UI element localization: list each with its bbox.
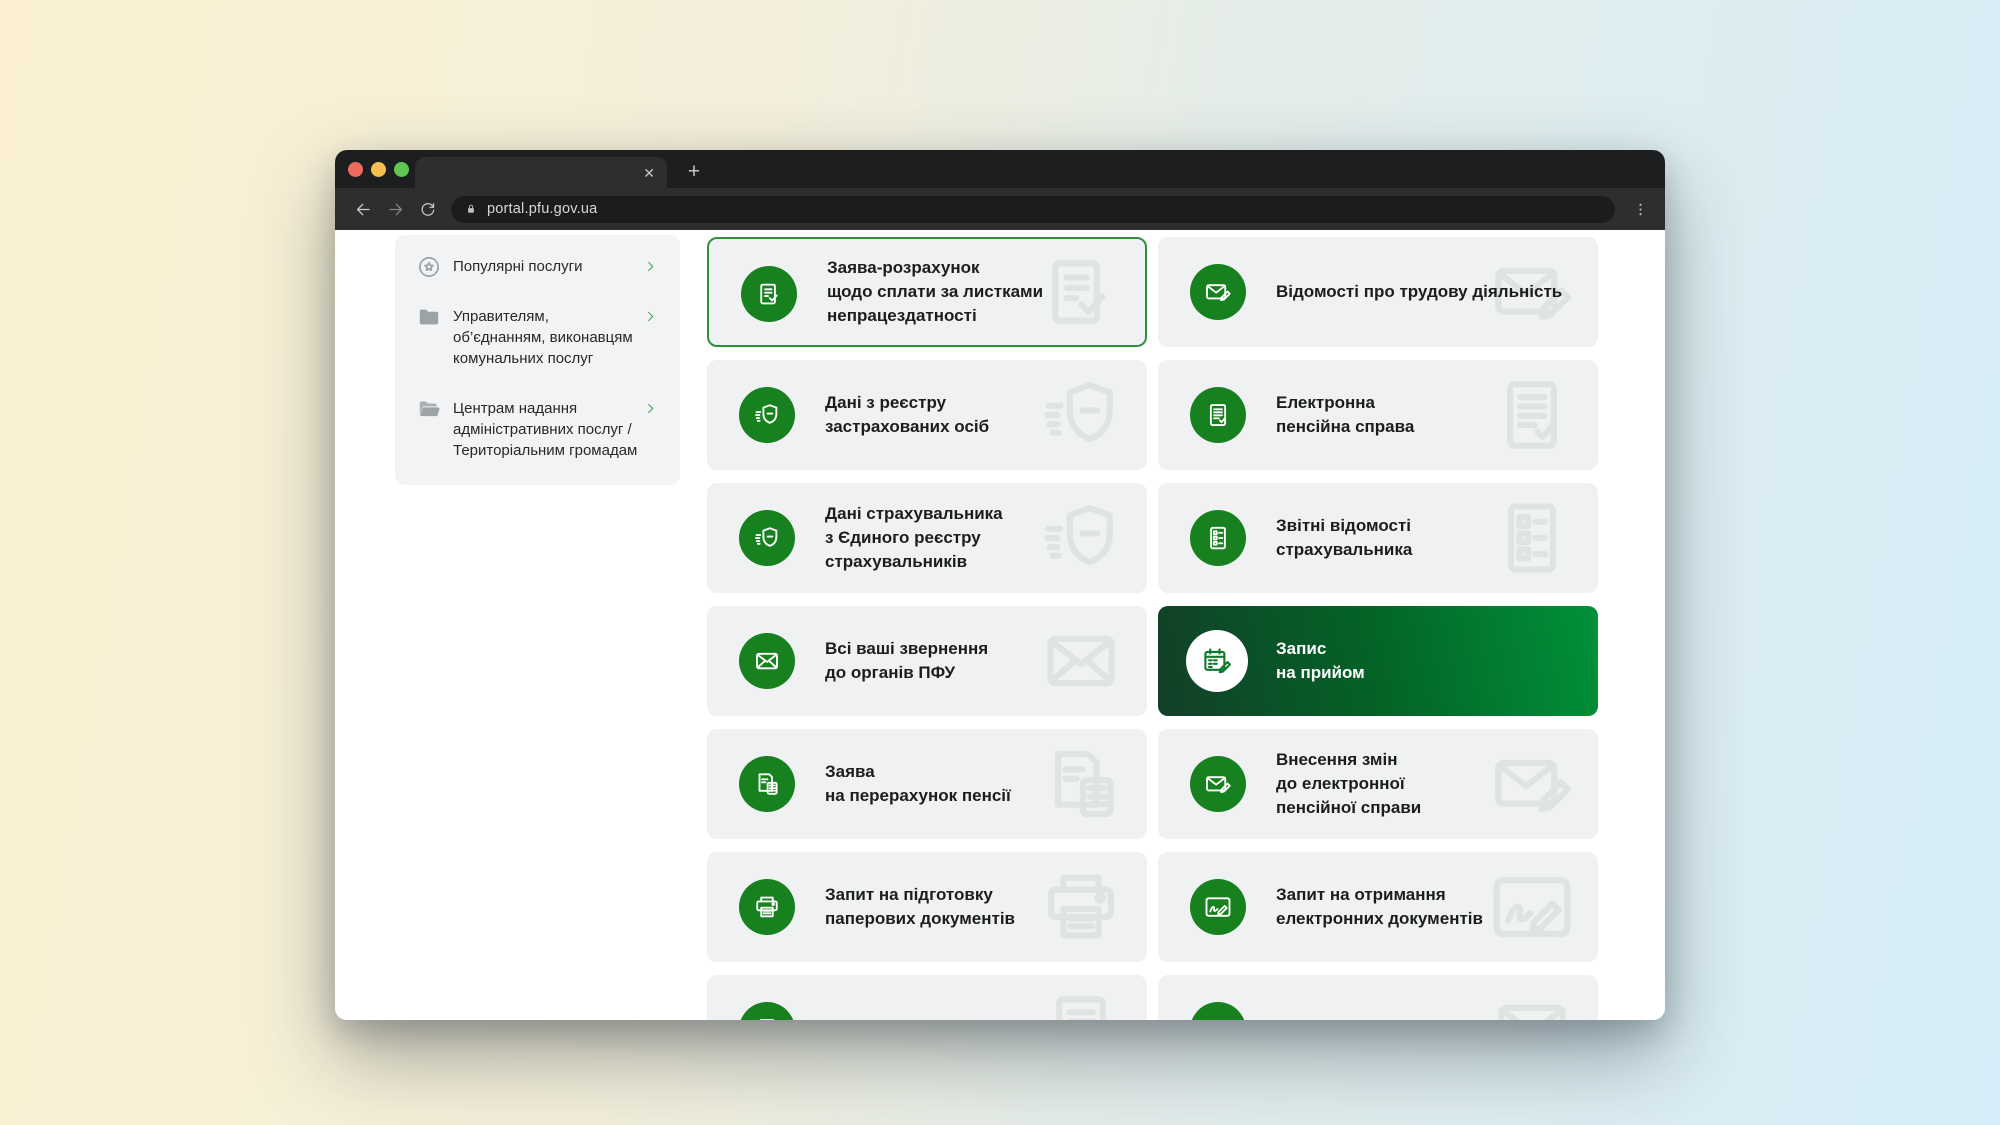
services-column-right: Відомості про трудову діяльність Електро… [1158,237,1598,1020]
address-bar[interactable]: portal.pfu.gov.ua [451,196,1615,223]
service-card-title: Звітні відомостістрахувальника [1276,483,1584,593]
zoom-window-button[interactable] [394,162,409,177]
chevron-right-icon [643,401,658,416]
service-card-title: Записна прийом [1276,606,1584,716]
chevron-right-icon [643,259,658,274]
service-card-title: Запит на підготовкупаперових документів [825,852,1133,962]
back-button[interactable] [347,193,379,225]
services-sidebar: Популярні послуги Управителям,об’єднання… [395,235,680,485]
service-card-pension-file-changes[interactable]: Внесення зміндо електронноїпенсійної спр… [1158,729,1598,839]
service-card-appeal[interactable]: Звернення [1158,975,1598,1020]
service-card-insurer-registry-data[interactable]: Дані страхувальниказ Єдиного реєструстра… [707,483,1147,593]
browser-window: ✕ + portal.pfu.gov.ua Популярні послуги … [335,150,1665,1020]
service-card-pension-recalculation-application[interactable]: Заявана перерахунок пенсії [707,729,1147,839]
service-card-title: Внесення зміндо електронноїпенсійної спр… [1276,729,1584,839]
reload-icon [418,200,437,219]
service-card-title: Всі ваші зверненнядо органів ПФУ [825,606,1133,716]
signature-icon [1190,879,1246,935]
lock-icon [464,202,478,216]
service-card-electronic-documents-request[interactable]: Запит на отриманняелектронних документів [1158,852,1598,962]
sidebar-item-label: Управителям,об’єднанням, виконавцямкомун… [453,306,636,369]
calendar-pencil-icon [1186,630,1248,692]
kebab-menu-icon [1632,201,1649,218]
service-card-insurer-reporting-info[interactable]: Звітні відомостістрахувальника [1158,483,1598,593]
browser-menu-button[interactable] [1627,194,1653,224]
minimize-window-button[interactable] [371,162,386,177]
service-card-title: Запит на отриманняелектронних документів [1276,852,1584,962]
window-controls [348,162,409,177]
browser-tab-bar: ✕ + [335,150,1665,188]
forward-button[interactable] [379,193,411,225]
star-badge-icon [416,254,442,280]
doc-check-icon [741,266,797,322]
sidebar-item-utility-managers[interactable]: Управителям,об’єднанням, виконавцямкомун… [395,306,680,369]
service-card-sick-leave-payment-statement[interactable]: Заява-розрахунокщодо сплати за листкамин… [707,237,1147,347]
reload-button[interactable] [411,193,443,225]
desktop-background: { "background": { "gradient_left": "#fbf… [0,0,2000,1125]
service-card-appointment-booking[interactable]: Записна прийом [1158,606,1598,716]
envelope-icon [739,633,795,689]
back-icon [354,200,373,219]
service-card-title: Електроннапенсійна справа [1276,360,1584,470]
service-card-all-appeals-pfu[interactable]: Всі ваші зверненнядо органів ПФУ [707,606,1147,716]
chevron-right-icon [643,309,658,324]
shield-speed-icon [739,510,795,566]
printer-icon [739,879,795,935]
folder-icon [416,304,442,330]
sidebar-item-admin-centers[interactable]: Центрам наданняадміністративних послуг /… [395,398,680,461]
browser-tab[interactable]: ✕ [415,157,667,188]
doc-calc-icon [739,756,795,812]
services-column-left: Заява-розрахунокщодо сплати за листкамин… [707,237,1147,1020]
envelope-icon [1190,1002,1246,1020]
service-card-title: Відомості про трудову діяльність [1276,237,1584,347]
sidebar-item-label: Центрам наданняадміністративних послуг /… [453,398,636,461]
sidebar-item-label: Популярні послуги [453,256,636,277]
service-card-electronic-pension-file[interactable]: Електроннапенсійна справа [1158,360,1598,470]
tab-close-icon[interactable]: ✕ [643,166,655,180]
service-card-title: Дані з реєструзастрахованих осіб [825,360,1133,470]
browser-toolbar: portal.pfu.gov.ua [335,188,1665,230]
service-card-title: Дані страхувальниказ Єдиного реєструстра… [825,483,1133,593]
sidebar-item-popular-services[interactable]: Популярні послуги [395,256,680,277]
url-text: portal.pfu.gov.ua [487,201,597,217]
envelope-pencil-icon [1190,756,1246,812]
service-card-employment-activity-info[interactable]: Відомості про трудову діяльність [1158,237,1598,347]
forward-icon [386,200,405,219]
close-window-button[interactable] [348,162,363,177]
service-card-paper-documents-request[interactable]: Запит на підготовкупаперових документів [707,852,1147,962]
service-card-title: Дані з Електронного реєстру [825,975,1133,1020]
service-card-e-registry-data[interactable]: Дані з Електронного реєстру [707,975,1147,1020]
shield-speed-icon [739,387,795,443]
service-card-title: Заявана перерахунок пенсії [825,729,1133,839]
service-card-title: Заява-розрахунокщодо сплати за листкамин… [827,239,1131,345]
checklist-icon [1190,510,1246,566]
service-card-title: Звернення [1276,975,1584,1020]
doc-lines-icon [1190,387,1246,443]
page-content: Популярні послуги Управителям,об’єднання… [335,230,1665,1020]
doc-lines-icon [739,1002,795,1020]
new-tab-button[interactable]: + [679,157,709,187]
folder-open-icon [416,396,442,422]
service-card-insured-persons-registry-data[interactable]: Дані з реєструзастрахованих осіб [707,360,1147,470]
envelope-pencil-icon [1190,264,1246,320]
